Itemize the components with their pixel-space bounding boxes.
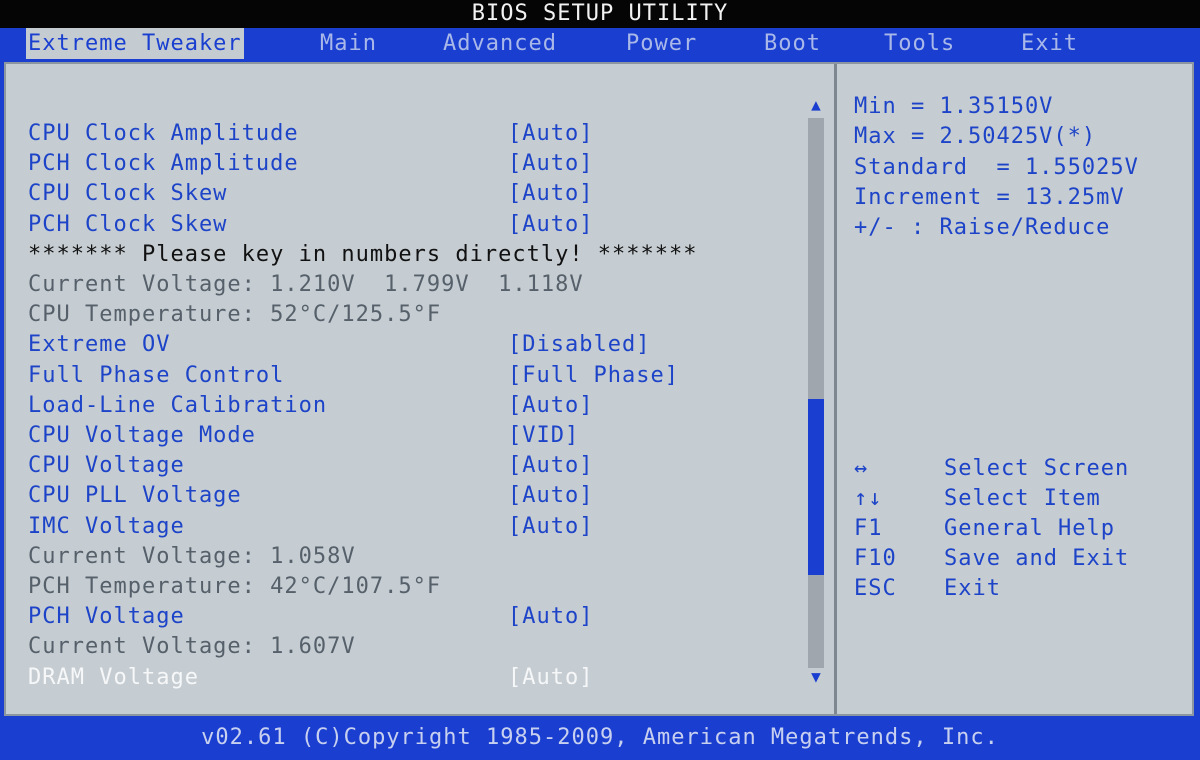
setting-label: PCH Clock Amplitude: [28, 151, 299, 177]
setting-value[interactable]: [Auto]: [508, 451, 593, 481]
setting-label: CPU Clock Skew: [28, 181, 228, 207]
tab-extreme-tweaker[interactable]: Extreme Tweaker: [26, 28, 244, 59]
info-row: CPU Temperature: 52°C/125.5°F: [28, 300, 441, 330]
tab-boot[interactable]: Boot: [764, 28, 821, 59]
info-row: Current Voltage: 1.210V 1.799V 1.118V: [28, 270, 584, 300]
scroll-down-arrow-icon[interactable]: ▼: [806, 668, 826, 686]
setting-label: CPU PLL Voltage: [28, 483, 242, 509]
setting-row[interactable]: CPU Clock Skew [Auto]: [28, 179, 592, 209]
setting-value[interactable]: [Auto]: [508, 512, 593, 542]
setting-value[interactable]: [Auto]: [508, 481, 593, 511]
info-row: Current Voltage: 1.058V: [28, 542, 356, 572]
setting-row[interactable]: Load-Line Calibration [Auto]: [28, 391, 592, 421]
setting-value[interactable]: [Auto]: [508, 119, 593, 149]
info-row: ******* Please key in numbers directly! …: [28, 240, 698, 270]
tab-power[interactable]: Power: [626, 28, 697, 59]
setting-label: Full Phase Control: [28, 362, 285, 388]
key-f10: F10: [854, 546, 897, 571]
setting-row[interactable]: CPU Clock Amplitude [Auto]: [28, 119, 592, 149]
setting-label: Current Voltage: 1.607V: [28, 634, 356, 660]
setting-label: DRAM Voltage: [28, 664, 199, 690]
setting-label: Load-Line Calibration: [28, 392, 328, 418]
setting-label: Current Voltage: 1.058V: [28, 543, 356, 569]
settings-panel: CPU Clock Amplitude [Auto] PCH Clock Ampli…: [4, 62, 1194, 716]
scrollbar-track[interactable]: [808, 118, 824, 668]
setting-row[interactable]: PCH Clock Amplitude [Auto]: [28, 149, 592, 179]
setting-row[interactable]: PCH Clock Skew [Auto]: [28, 210, 592, 240]
tab-exit[interactable]: Exit: [1021, 28, 1078, 59]
setting-row[interactable]: CPU PLL Voltage [Auto]: [28, 481, 592, 511]
setting-value[interactable]: [Auto]: [508, 663, 593, 693]
key-desc-select-item: Select Item: [944, 486, 1101, 511]
setting-label: IMC Voltage: [28, 513, 185, 539]
setting-value[interactable]: [VID]: [508, 421, 579, 451]
setting-label: Extreme OV: [28, 332, 171, 358]
info-row: PCH Temperature: 42°C/107.5°F: [28, 572, 441, 602]
setting-row[interactable]: Full Phase Control [Full Phase]: [28, 361, 678, 391]
tab-main[interactable]: Main: [320, 28, 377, 59]
setting-label: PCH Clock Skew: [28, 211, 228, 237]
key-desc-save-and-exit: Save and Exit: [944, 546, 1130, 571]
window-title: BIOS SETUP UTILITY: [0, 0, 1200, 28]
setting-row[interactable]: PCH Voltage [Auto]: [28, 602, 592, 632]
setting-row[interactable]: IMC Voltage [Auto]: [28, 512, 592, 542]
setting-label: PCH Voltage: [28, 604, 185, 630]
key-f1: F1: [854, 516, 883, 541]
setting-value[interactable]: [Auto]: [508, 149, 593, 179]
setting-row[interactable]: Extreme OV [Disabled]: [28, 330, 649, 360]
setting-label: PCH Temperature: 42°C/107.5°F: [28, 574, 442, 599]
setting-value[interactable]: [Auto]: [508, 179, 593, 209]
key-esc: ESC: [854, 576, 897, 601]
setting-value[interactable]: [Disabled]: [508, 330, 650, 360]
panel-divider: [834, 64, 837, 714]
setting-label: CPU Voltage: [28, 453, 185, 479]
tab-bar: Extreme Tweaker Main Advanced Power Boot…: [0, 28, 1200, 62]
help-standard: Standard = 1.55025V: [854, 155, 1139, 180]
setting-row[interactable]: DRAM Voltage [Auto]: [28, 663, 592, 693]
info-row: Current Voltage: 1.607V: [28, 632, 356, 662]
help-min: Min = 1.35150V: [854, 94, 1054, 119]
scroll-up-arrow-icon[interactable]: ▲: [806, 96, 826, 114]
tab-advanced[interactable]: Advanced: [443, 28, 557, 59]
help-increment: Increment = 13.25mV: [854, 185, 1125, 210]
key-desc-exit: Exit: [944, 576, 1001, 601]
footer-copyright: v02.61 (C)Copyright 1985-2009, American …: [0, 716, 1200, 752]
key-desc-general-help: General Help: [944, 516, 1115, 541]
setting-label: CPU Temperature: 52°C/125.5°F: [28, 302, 442, 328]
key-desc-select-screen: Select Screen: [944, 456, 1130, 481]
up-down-arrows-icon: ↑↓: [854, 486, 883, 511]
help-max: Max = 2.50425V(*): [854, 124, 1097, 149]
setting-row[interactable]: CPU Voltage [Auto]: [28, 451, 592, 481]
left-right-arrows-icon: ↔: [854, 456, 869, 481]
setting-label: CPU Voltage Mode: [28, 423, 256, 448]
help-raise-reduce: +/- : Raise/Reduce: [854, 215, 1111, 240]
tab-tools[interactable]: Tools: [884, 28, 955, 59]
scrollbar-thumb[interactable]: [808, 398, 824, 575]
setting-value[interactable]: [Auto]: [508, 210, 593, 240]
setting-value[interactable]: [Auto]: [508, 602, 593, 632]
setting-value[interactable]: [Auto]: [508, 391, 593, 421]
setting-row[interactable]: CPU Voltage Mode [VID]: [28, 421, 578, 451]
setting-label: CPU Clock Amplitude: [28, 121, 299, 146]
setting-label: Current Voltage: 1.210V 1.799V 1.118V: [28, 272, 584, 297]
setting-value[interactable]: [Full Phase]: [508, 361, 679, 391]
setting-label: ******* Please key in numbers directly! …: [28, 241, 698, 267]
